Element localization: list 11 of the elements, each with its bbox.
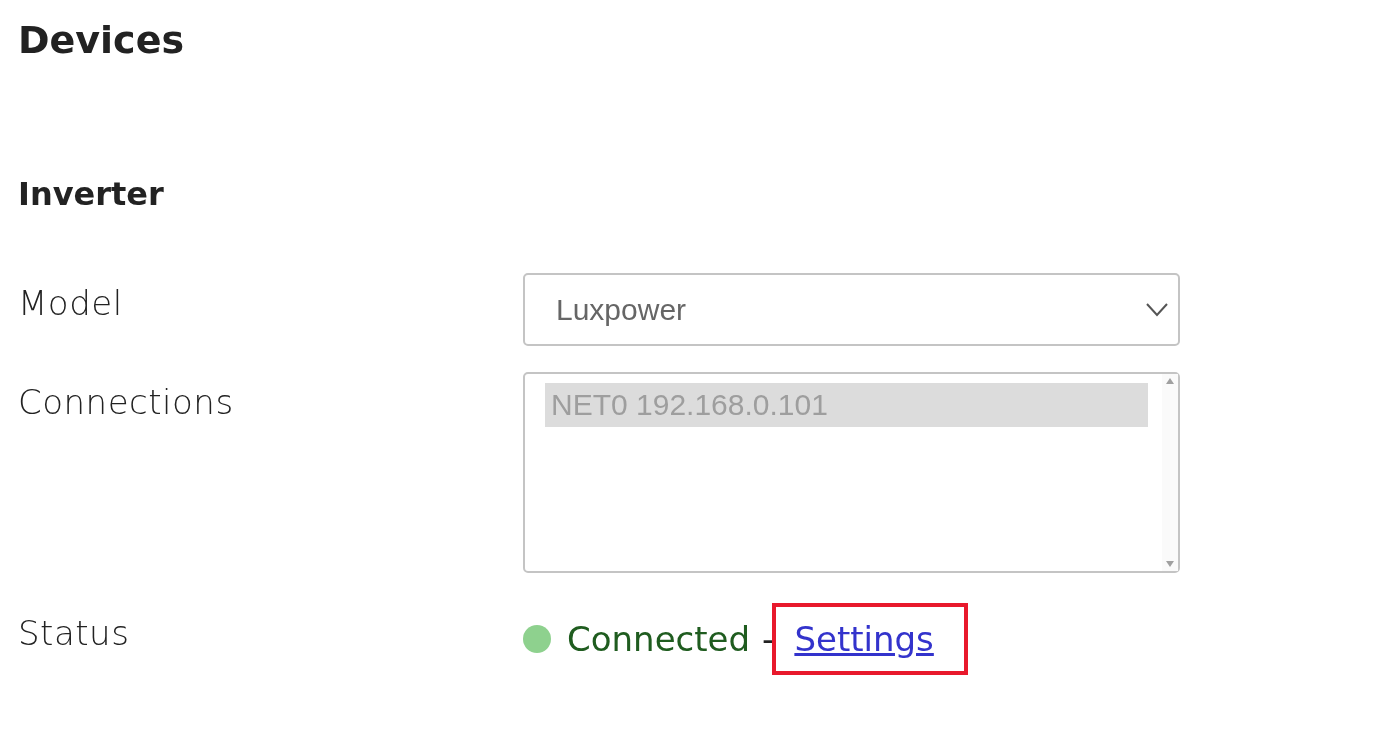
scroll-down-icon[interactable] [1166, 561, 1174, 567]
field-label: Connections [18, 381, 235, 424]
field-label: Status [18, 612, 131, 655]
section-title: Inverter [18, 174, 165, 215]
field-label: Model [18, 282, 124, 325]
model-dropdown[interactable]: Luxpower [523, 273, 1180, 346]
chevron-down-icon [1146, 302, 1168, 317]
page-title: Devices [18, 17, 186, 64]
status-text: Connected [567, 618, 751, 661]
settings-link[interactable]: Settings [794, 619, 934, 659]
scroll-up-icon[interactable] [1166, 378, 1174, 384]
